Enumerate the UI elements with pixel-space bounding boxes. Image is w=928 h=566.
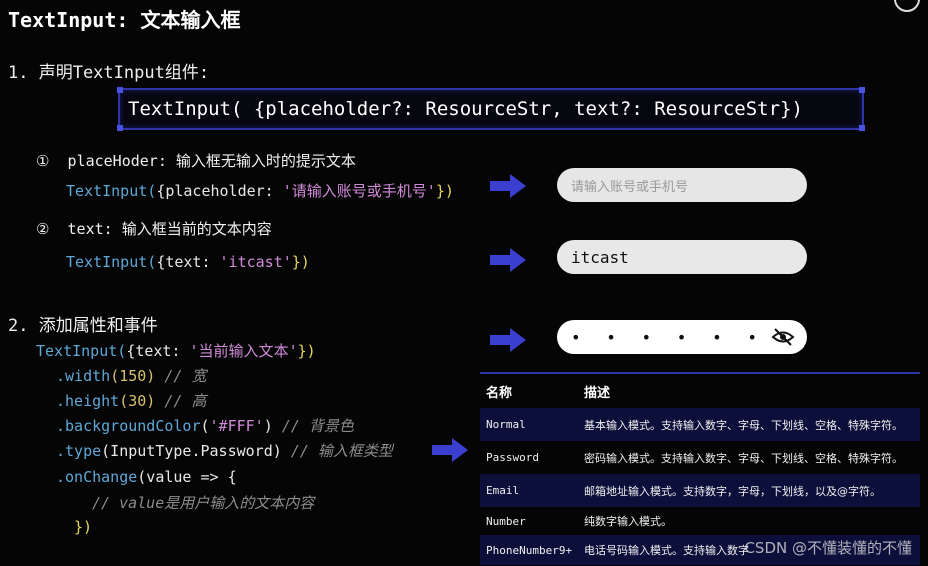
code-str: '#FFF' — [209, 417, 264, 435]
code-end: }) — [291, 253, 310, 271]
code2-line8: }) — [74, 518, 92, 536]
code-comment: // 高 — [155, 392, 207, 410]
code-placeholder: TextInput({placeholder: '请输入账号或手机号'}) — [66, 180, 454, 201]
placeholder-demo-input[interactable]: 请输入账号或手机号 — [557, 168, 807, 202]
signature-text: TextInput( {placeholder?: ResourceStr, t… — [128, 98, 803, 120]
arrow-right-icon — [490, 328, 526, 352]
code-str: '请输入账号或手机号' — [282, 182, 436, 200]
code-text: TextInput({text: 'itcast'}) — [66, 253, 310, 271]
page-title: TextInput: 文本输入框 — [8, 8, 241, 32]
code-paren: ( — [200, 417, 210, 435]
header-name: 名称 — [486, 385, 513, 401]
row-desc: 基本输入模式。支持输入数字、字母、下划线、空格、特殊字符。 — [584, 418, 903, 432]
item-placeholder-label: ① placeHoder: 输入框无输入时的提示文本 — [36, 150, 356, 171]
code-arg: (InputType.Password) — [101, 442, 282, 460]
text-demo-value: itcast — [571, 247, 629, 267]
row-key: Normal — [486, 418, 526, 431]
corner-circle-icon — [894, 0, 920, 12]
code-str: 'itcast' — [219, 253, 292, 271]
code2-line7: // value是用户输入的文本内容 — [92, 492, 314, 513]
section-1-heading: 1. 声明TextInput组件: — [8, 63, 210, 83]
table-row: Password 密码输入模式。支持输入数字、字母、下划线、空格、特殊字符。 — [480, 441, 920, 474]
placeholder-demo-text: 请输入账号或手机号 — [571, 179, 689, 195]
header-desc: 描述 — [584, 385, 611, 401]
code-fn: .onChange — [56, 468, 138, 486]
eye-off-icon[interactable] — [771, 328, 795, 346]
row-desc: 邮箱地址输入模式。支持数字，字母，下划线，以及@字符。 — [584, 484, 881, 498]
item-label-text: placeHoder: 输入框无输入时的提示文本 — [67, 152, 356, 170]
code-num: (150) — [110, 367, 156, 385]
code-fn: .type — [56, 442, 102, 460]
item-number: ① — [36, 152, 50, 170]
code-str: '当前输入文本' — [189, 342, 298, 360]
code-comment: // 背景色 — [272, 417, 354, 435]
code2-line6: .onChange(value => { — [56, 468, 237, 486]
item-label-text: text: 输入框当前的文本内容 — [67, 220, 272, 238]
code-paren: ) — [263, 417, 273, 435]
password-demo-input[interactable]: • • • • • • — [557, 320, 807, 354]
watermark: CSDN @不懂装懂的不懂 — [744, 539, 912, 557]
table-row: Number 纯数字输入模式。 — [480, 507, 920, 535]
code-mid: {text: — [156, 253, 220, 271]
item-number: ② — [36, 220, 50, 238]
code-fn: .height — [56, 392, 120, 410]
table-header: 名称 描述 — [480, 372, 920, 408]
row-desc: 纯数字输入模式。 — [584, 515, 672, 528]
code-comment: // value是用户输入的文本内容 — [92, 494, 315, 512]
code2-line3: .height(30) // 高 — [56, 390, 206, 411]
code2-line5: .type(InputType.Password) // 输入框类型 — [56, 440, 393, 461]
code2-line2: .width(150) // 宽 — [56, 365, 206, 386]
table-row: Email 邮箱地址输入模式。支持数字，字母，下划线，以及@字符。 — [480, 474, 920, 507]
code-fn: .backgroundColor — [56, 417, 201, 435]
row-key: Email — [486, 484, 520, 497]
code-mid: {text: — [126, 342, 190, 360]
code-end: }) — [74, 518, 93, 536]
code2-line1: TextInput({text: '当前输入文本'}) — [36, 340, 316, 361]
code-fn: TextInput( — [66, 182, 157, 200]
code-arg: (value => { — [137, 468, 237, 486]
section-2-heading: 2. 添加属性和事件 — [8, 316, 158, 336]
code-mid: {placeholder: — [156, 182, 283, 200]
code-comment: // 宽 — [155, 367, 207, 385]
password-dots: • • • • • • — [571, 327, 765, 347]
row-key: Number — [486, 514, 526, 528]
code-comment: // 输入框类型 — [281, 442, 393, 460]
code-end: }) — [435, 182, 454, 200]
item-text-label: ② text: 输入框当前的文本内容 — [36, 218, 272, 239]
arrow-right-icon — [490, 248, 526, 272]
row-desc: 密码输入模式。支持输入数字、字母、下划线、空格、特殊字符。 — [584, 451, 903, 465]
arrow-right-icon — [432, 438, 468, 462]
code-fn: .width — [56, 367, 111, 385]
code2-line4: .backgroundColor('#FFF') // 背景色 — [56, 415, 354, 436]
text-demo-input[interactable]: itcast — [557, 240, 807, 274]
arrow-right-icon — [490, 174, 526, 198]
row-key: Password — [486, 451, 539, 464]
row-key: PhoneNumber9+ — [486, 543, 573, 557]
code-fn: TextInput( — [36, 342, 127, 360]
table-row: Normal 基本输入模式。支持输入数字、字母、下划线、空格、特殊字符。 — [480, 408, 920, 441]
code-end: }) — [297, 342, 316, 360]
code-num: (30) — [119, 392, 156, 410]
code-fn: TextInput( — [66, 253, 157, 271]
